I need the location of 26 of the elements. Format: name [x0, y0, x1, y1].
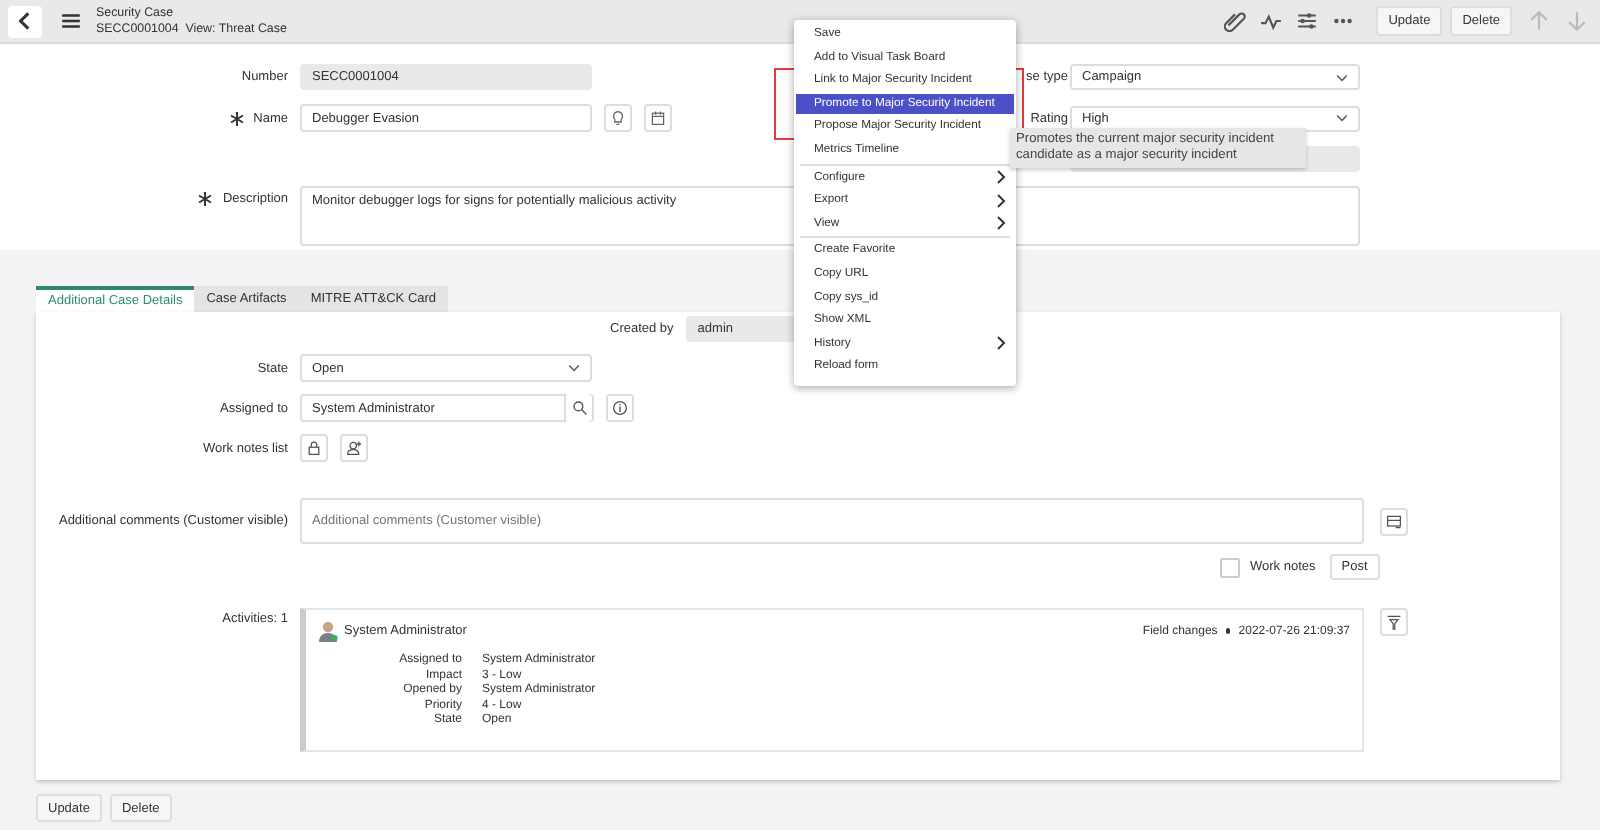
activity-icon[interactable] [1260, 10, 1283, 32]
calendar-icon [650, 110, 666, 126]
menu-icon[interactable] [60, 10, 82, 32]
settings-sliders-icon[interactable] [1296, 10, 1319, 32]
compose-icon [1386, 513, 1402, 529]
chevron-down-icon [1336, 114, 1348, 122]
lock-button[interactable] [300, 434, 328, 462]
paperclip-icon[interactable] [1224, 10, 1247, 32]
bullet-icon [1225, 628, 1231, 634]
filter-icon [1386, 614, 1402, 630]
search-icon [571, 400, 587, 416]
chevron-down-icon [1336, 73, 1348, 81]
lightbulb-button[interactable] [604, 104, 632, 132]
work-notes-checkbox[interactable] [1220, 557, 1240, 577]
avatar-icon [318, 620, 338, 642]
calendar-button[interactable] [644, 104, 672, 132]
lightbulb-icon [610, 110, 626, 126]
lock-icon [306, 440, 322, 456]
chevron-down-icon [568, 364, 580, 372]
add-user-button[interactable] [340, 434, 368, 462]
filter-button[interactable] [1380, 608, 1408, 636]
info-icon [612, 400, 628, 416]
compose-button[interactable] [1380, 507, 1408, 535]
add-user-icon [346, 440, 362, 456]
back-button[interactable] [8, 5, 42, 37]
info-button[interactable] [606, 394, 634, 422]
